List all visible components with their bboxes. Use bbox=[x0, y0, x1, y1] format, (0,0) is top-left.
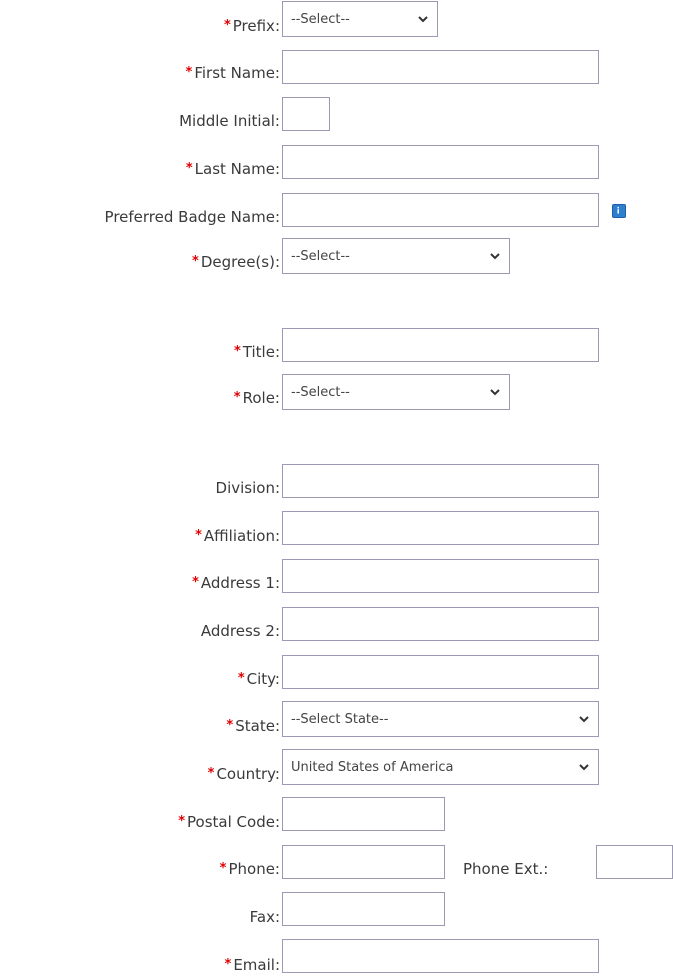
first-name-label-text: First Name: bbox=[194, 64, 280, 82]
last-name-label-text: Last Name: bbox=[194, 160, 280, 178]
required-marker: * bbox=[185, 161, 193, 176]
degrees-label: * Degree(s): bbox=[192, 252, 280, 272]
postal-code-input[interactable] bbox=[282, 797, 445, 831]
title-input[interactable] bbox=[282, 328, 599, 362]
affiliation-label: * Affiliation: bbox=[195, 526, 280, 546]
fax-input[interactable] bbox=[282, 892, 445, 926]
role-select-value: --Select-- bbox=[291, 384, 350, 400]
address2-label: Address 2: bbox=[201, 621, 280, 641]
role-label: * Role: bbox=[234, 388, 280, 408]
country-select[interactable]: United States of America bbox=[282, 749, 599, 785]
last-name-label: * Last Name: bbox=[186, 159, 280, 179]
phone-input[interactable] bbox=[282, 845, 445, 879]
fax-label-text: Fax: bbox=[249, 908, 280, 926]
required-marker: * bbox=[219, 861, 227, 876]
required-marker: * bbox=[207, 766, 215, 781]
chevron-down-icon bbox=[418, 16, 428, 23]
country-label-text: Country: bbox=[216, 765, 280, 783]
required-marker: * bbox=[195, 528, 202, 543]
state-label-text: State: bbox=[235, 717, 280, 735]
required-marker: * bbox=[226, 718, 234, 733]
city-label: * City: bbox=[238, 669, 280, 689]
first-name-input[interactable] bbox=[282, 50, 599, 84]
required-marker: * bbox=[192, 575, 199, 590]
prefix-select-value: --Select-- bbox=[291, 11, 350, 27]
fax-label: Fax: bbox=[250, 907, 280, 927]
middle-initial-label: Middle Initial: bbox=[179, 111, 280, 131]
role-label-text: Role: bbox=[242, 389, 280, 407]
middle-initial-input[interactable] bbox=[282, 97, 330, 131]
degrees-select-value: --Select-- bbox=[291, 248, 350, 264]
required-marker: * bbox=[233, 344, 241, 359]
country-select-value: United States of America bbox=[291, 759, 454, 775]
chevron-down-icon bbox=[579, 764, 589, 771]
address2-input[interactable] bbox=[282, 607, 599, 641]
city-input[interactable] bbox=[282, 655, 599, 689]
phone-label: * Phone: bbox=[220, 859, 280, 879]
division-input[interactable] bbox=[282, 464, 599, 498]
title-label-text: Title: bbox=[242, 343, 280, 361]
state-select[interactable]: --Select State-- bbox=[282, 701, 599, 737]
required-marker: * bbox=[233, 390, 241, 405]
address1-input[interactable] bbox=[282, 559, 599, 593]
address1-label: * Address 1: bbox=[192, 573, 280, 593]
state-label: * State: bbox=[226, 716, 280, 736]
email-input[interactable] bbox=[282, 939, 599, 973]
middle-initial-label-text: Middle Initial: bbox=[179, 112, 280, 130]
required-marker: * bbox=[237, 671, 245, 686]
required-marker: * bbox=[224, 957, 232, 972]
last-name-input[interactable] bbox=[282, 145, 599, 179]
required-marker: * bbox=[192, 254, 199, 269]
required-marker: * bbox=[223, 18, 231, 33]
prefix-label-text: Prefix: bbox=[232, 17, 280, 35]
degrees-label-text: Degree(s): bbox=[200, 253, 280, 271]
role-select[interactable]: --Select-- bbox=[282, 374, 510, 410]
affiliation-input[interactable] bbox=[282, 511, 599, 545]
phone-label-text: Phone: bbox=[228, 860, 280, 878]
info-icon[interactable] bbox=[612, 204, 626, 218]
email-label: * Email: bbox=[225, 955, 280, 975]
chevron-down-icon bbox=[490, 389, 500, 396]
badge-name-input[interactable] bbox=[282, 193, 599, 227]
degrees-select[interactable]: --Select-- bbox=[282, 238, 510, 274]
postal-code-label: * Postal Code: bbox=[178, 812, 280, 832]
badge-name-label-text: Preferred Badge Name: bbox=[104, 208, 280, 226]
chevron-down-icon bbox=[490, 253, 500, 260]
city-label-text: City: bbox=[246, 670, 280, 688]
first-name-label: * First Name: bbox=[186, 63, 280, 83]
address1-label-text: Address 1: bbox=[200, 574, 280, 592]
division-label: Division: bbox=[216, 478, 280, 498]
address2-label-text: Address 2: bbox=[200, 622, 280, 640]
required-marker: * bbox=[178, 814, 186, 829]
state-select-value: --Select State-- bbox=[291, 711, 389, 727]
country-label: * Country: bbox=[208, 764, 280, 784]
badge-name-label: Preferred Badge Name: bbox=[105, 207, 280, 227]
prefix-select[interactable]: --Select-- bbox=[282, 1, 438, 37]
affiliation-label-text: Affiliation: bbox=[203, 527, 280, 545]
phone-ext-input[interactable] bbox=[596, 845, 673, 879]
prefix-label: * Prefix: bbox=[224, 16, 280, 36]
email-label-text: Email: bbox=[233, 956, 280, 974]
required-marker: * bbox=[185, 65, 193, 80]
chevron-down-icon bbox=[579, 716, 589, 723]
phone-ext-label: Phone Ext.: bbox=[463, 860, 549, 878]
postal-code-label-text: Postal Code: bbox=[187, 813, 280, 831]
title-label: * Title: bbox=[234, 342, 280, 362]
division-label-text: Division: bbox=[215, 479, 280, 497]
